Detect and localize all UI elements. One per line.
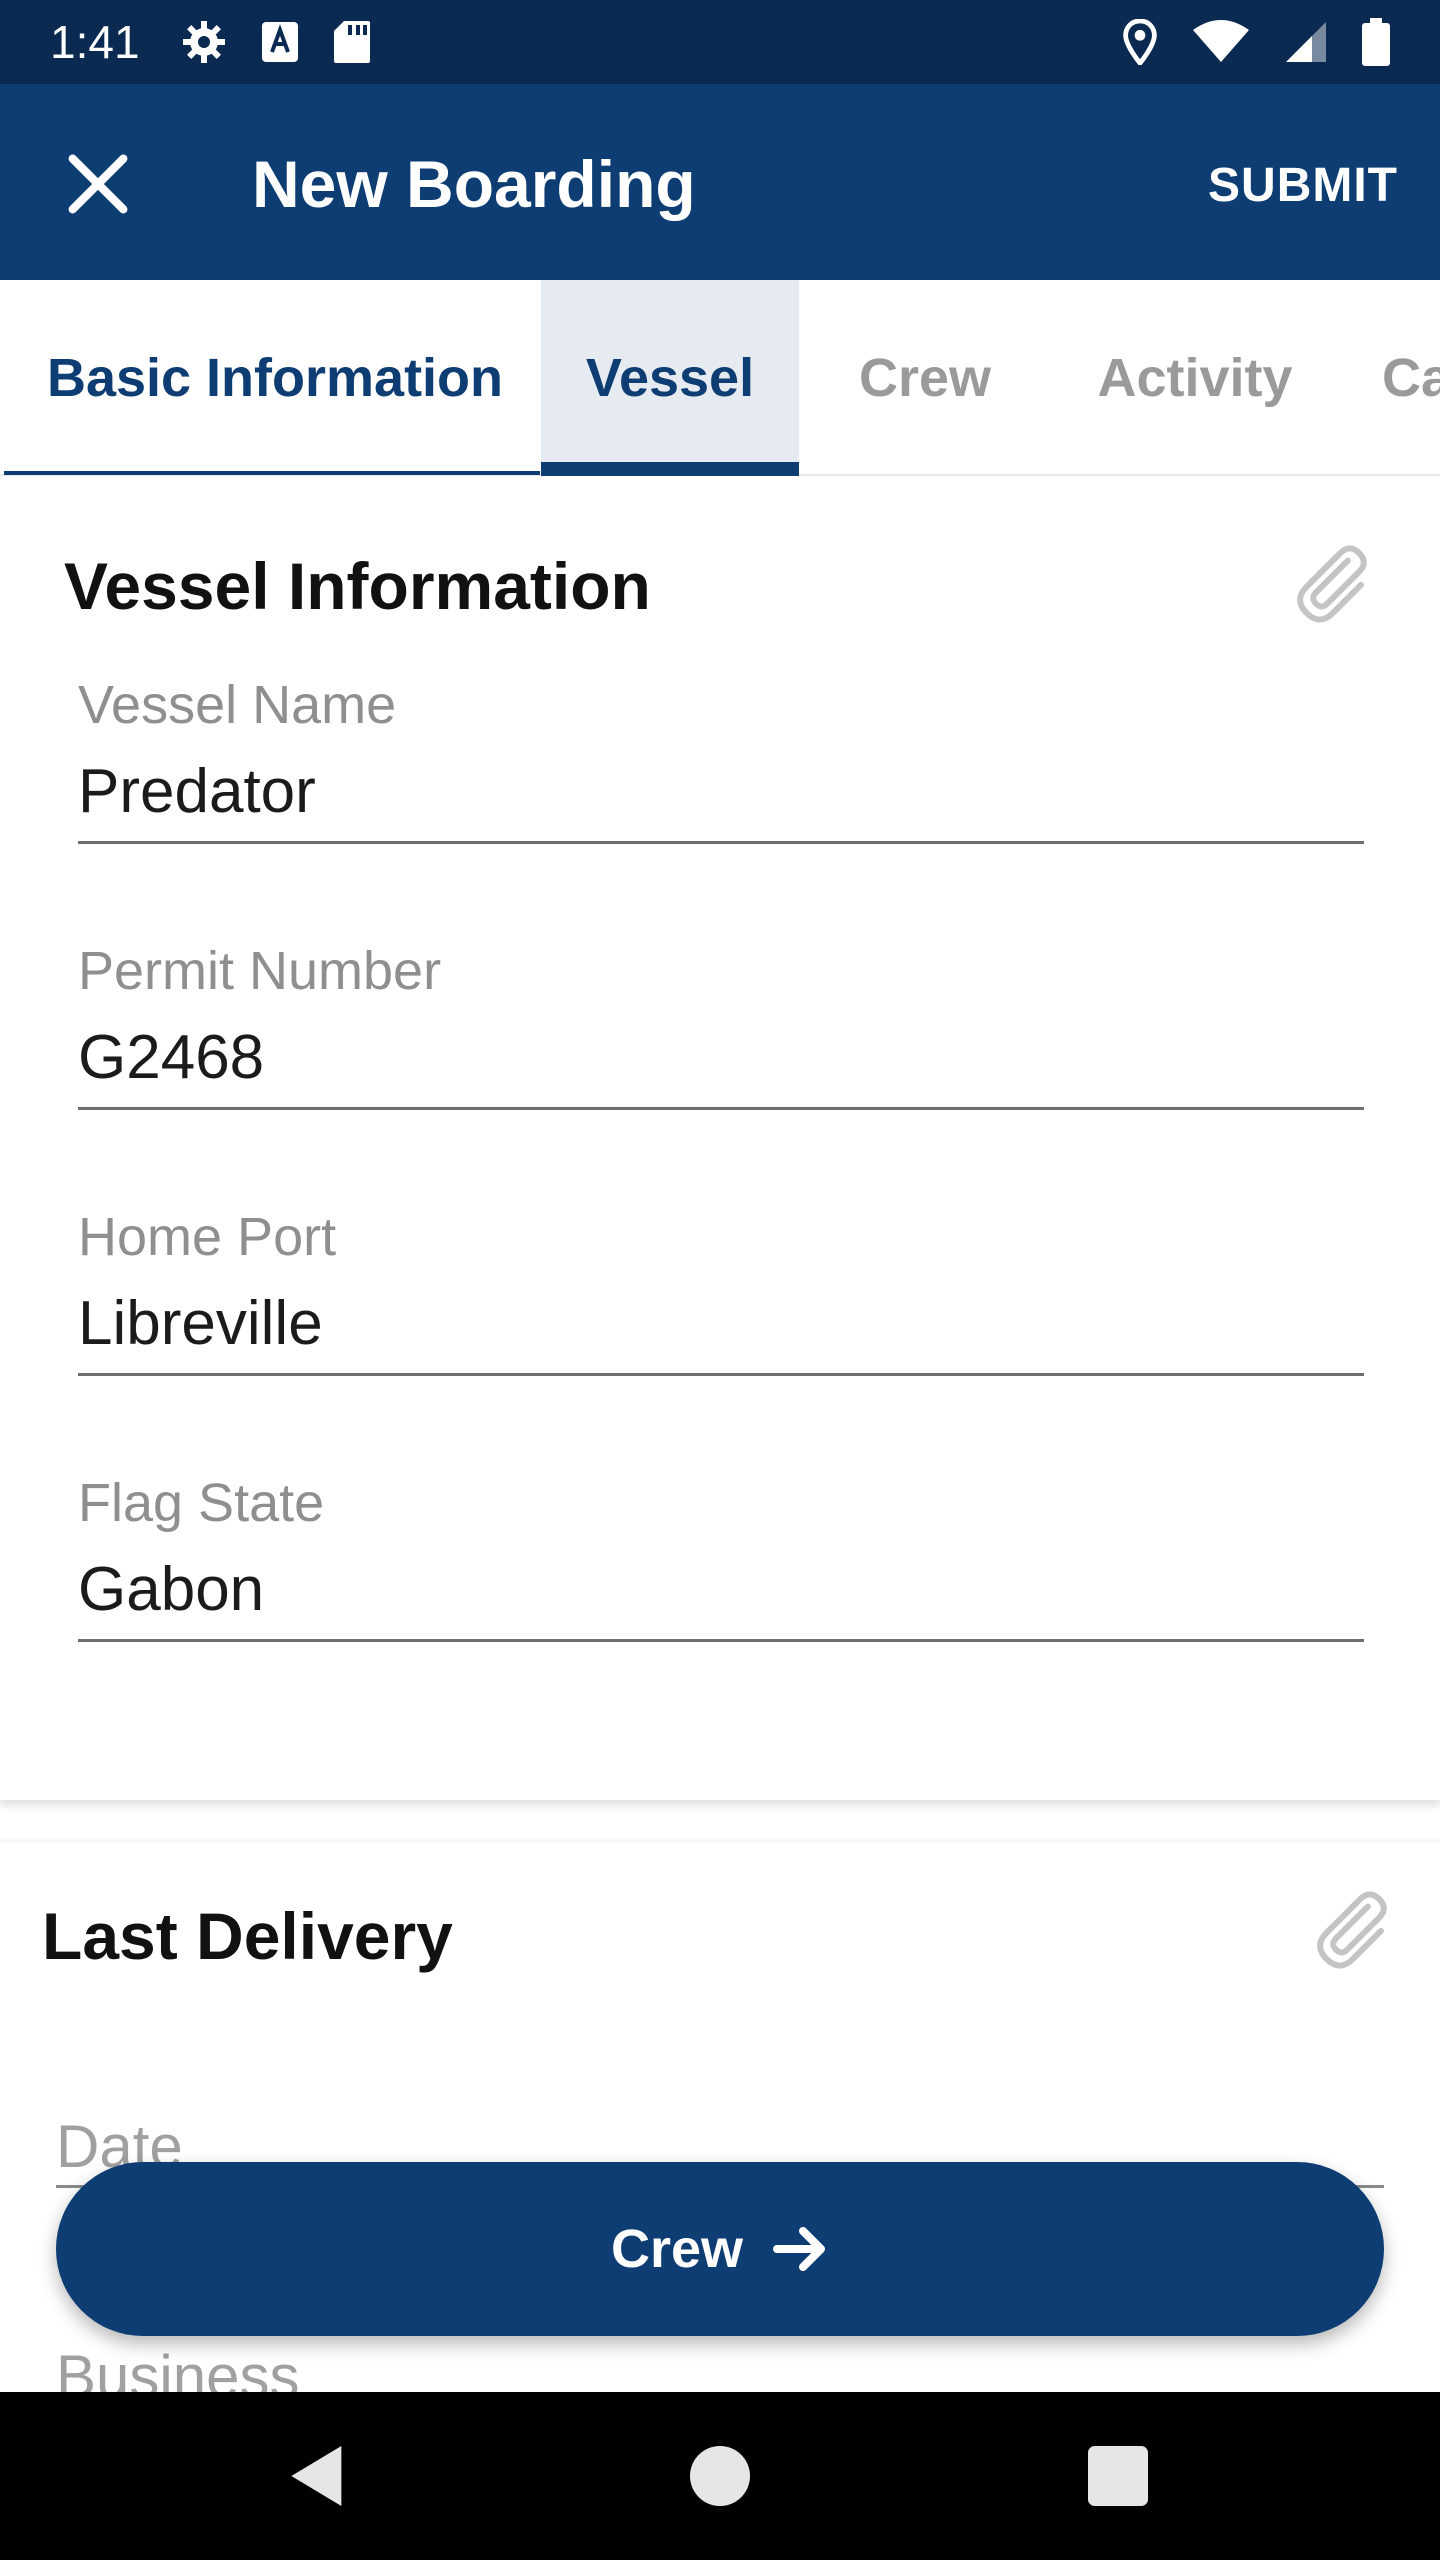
section-title-vessel-information: Vessel Information [64, 549, 651, 623]
tab-crew[interactable]: Crew [800, 280, 1050, 474]
attachment-icon[interactable] [1306, 1884, 1396, 1974]
status-bar: 1:41 [0, 0, 1440, 84]
tab-vessel[interactable]: Vessel [541, 280, 799, 474]
text-a-icon [261, 22, 298, 62]
app-bar: New Boarding SUBMIT [0, 84, 1440, 280]
field-underline [78, 1107, 1364, 1110]
sd-card-icon [333, 21, 370, 63]
settings-icon [182, 21, 225, 63]
arrow-right-icon [773, 2227, 826, 2271]
location-icon [1123, 19, 1157, 65]
field-value: Libreville [78, 1289, 323, 1358]
back-icon[interactable] [278, 2436, 358, 2516]
permit-number-field[interactable]: Permit Number G2468 [78, 940, 1364, 1110]
tab-bar: Basic Information Vessel Crew Activity C… [0, 280, 1440, 476]
field-label: Flag State [78, 1473, 325, 1533]
field-value: Gabon [78, 1555, 265, 1624]
tab-activity[interactable]: Activity [1060, 280, 1330, 474]
vessel-name-field[interactable]: Vessel Name Predator [78, 674, 1364, 844]
tab-active-indicator [541, 462, 799, 476]
field-underline [78, 841, 1364, 844]
system-navigation-bar [0, 2392, 1440, 2560]
recents-icon[interactable] [1078, 2436, 1158, 2516]
home-port-field[interactable]: Home Port Libreville [78, 1206, 1364, 1376]
screen: 1:41 New Boarding SUBMIT Basic Informati… [0, 0, 1440, 2560]
tab-basic-underline [4, 471, 540, 475]
field-value: G2468 [78, 1023, 265, 1092]
next-button-label: Crew [610, 2219, 744, 2279]
field-underline [78, 1373, 1364, 1376]
submit-button[interactable]: SUBMIT [1208, 158, 1398, 213]
battery-icon [1362, 18, 1390, 66]
signal-icon [1286, 22, 1326, 62]
field-label: Vessel Name [78, 675, 397, 735]
page-title: New Boarding [252, 147, 696, 221]
next-crew-button[interactable]: Crew [56, 2162, 1384, 2336]
flag-state-field[interactable]: Flag State Gabon [78, 1472, 1364, 1642]
close-icon [68, 154, 128, 214]
field-label: Permit Number [78, 941, 442, 1001]
home-icon[interactable] [680, 2436, 760, 2516]
tab-catch-partial[interactable]: Ca [1382, 280, 1440, 474]
status-icons-right [1122, 18, 1390, 66]
status-icons-left [180, 18, 372, 66]
attachment-icon[interactable] [1286, 538, 1376, 628]
field-value: Predator [78, 757, 316, 826]
field-label: Home Port [78, 1207, 337, 1267]
field-underline [78, 1639, 1364, 1642]
wifi-icon [1193, 20, 1249, 62]
section-title-last-delivery: Last Delivery [42, 1899, 453, 1973]
tab-basic-information[interactable]: Basic Information [0, 280, 540, 474]
vessel-information-card: Vessel Information Vessel Name Predator … [0, 478, 1440, 1800]
status-time: 1:41 [50, 16, 140, 68]
close-button[interactable] [60, 146, 136, 222]
